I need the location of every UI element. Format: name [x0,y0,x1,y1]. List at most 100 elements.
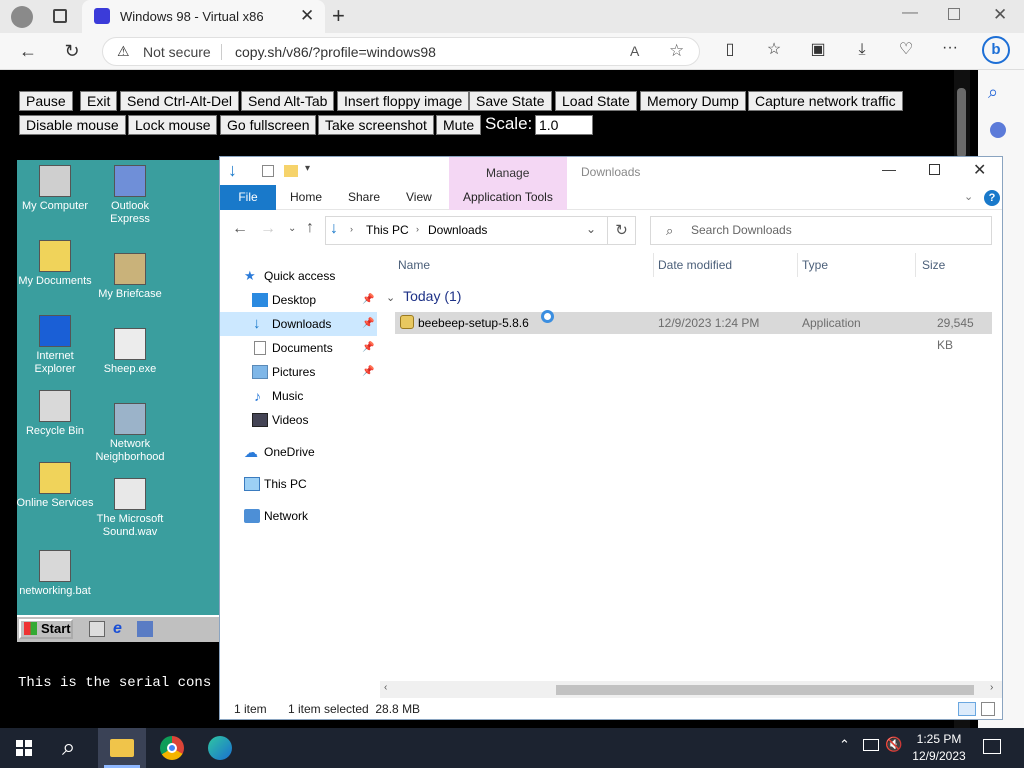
r1-insert-floppy-image-button[interactable]: Insert floppy image [337,91,470,111]
downloads-icon[interactable]: ⤓ [852,42,872,58]
r1-pause-button[interactable]: Pause [19,91,73,111]
volume-muted-icon[interactable]: 🔇 [885,736,902,753]
pin-icon[interactable]: 📌 [362,312,374,336]
minimize-icon[interactable]: — [902,4,918,22]
profile-avatar[interactable] [11,6,33,28]
new-folder-icon[interactable] [284,165,298,177]
nav-onedrive[interactable]: ☁ OneDrive [220,440,377,464]
r1-send-alt-tab-button[interactable]: Send Alt-Tab [241,91,335,111]
tab-actions-icon[interactable] [53,9,67,23]
win98-icon-my-computer[interactable]: My Computer [17,165,95,213]
recent-locations-icon[interactable]: ⌄ [288,223,296,234]
tab-file[interactable]: File [220,185,276,210]
win98-icon-recycle-bin[interactable]: Recycle Bin [17,390,95,438]
breadcrumb-this-pc[interactable]: This PC [366,223,409,237]
details-view-icon[interactable] [958,702,976,716]
refresh-button[interactable]: ↻ [608,216,636,245]
notifications-icon[interactable] [983,739,1001,754]
scale-input[interactable]: 1.0 [535,115,593,135]
tab-view[interactable]: View [406,185,432,210]
win98-icon-the-microsoft-sound-wav[interactable]: The Microsoft Sound.wav [90,478,170,539]
address-dropdown-icon[interactable]: ⌄ [586,222,596,236]
read-aloud-icon[interactable]: A [630,43,639,59]
edge-icon[interactable] [196,728,244,768]
windows-start-icon[interactable] [0,728,48,768]
r2-go-fullscreen-button[interactable]: Go fullscreen [220,115,317,135]
win98-icon-my-documents[interactable]: My Documents [17,240,95,288]
win98-icon-networking-bat[interactable]: networking.bat [17,550,95,598]
collections-icon[interactable]: ▣ [808,42,828,58]
collapse-icon[interactable]: ⌄ [386,292,395,304]
network-tray-icon[interactable] [863,739,879,751]
pin-icon[interactable]: 📌 [362,288,374,312]
address-bar[interactable]: ⚠ Not secure copy.sh/v86/?profile=window… [102,37,700,66]
column-type[interactable]: Type [800,253,916,277]
browser-tab[interactable]: Windows 98 - Virtual x86 ✕ [82,0,325,33]
quicklaunch-ie-icon[interactable]: e [113,620,122,638]
r1-save-state-button[interactable]: Save State [469,91,552,111]
sidebar-search-icon[interactable]: ⌕ [988,82,998,103]
horizontal-scrollbar[interactable]: ‹ › [380,681,1002,698]
column-name[interactable]: Name [396,253,654,277]
scroll-right-icon[interactable]: › [990,682,993,693]
win98-icon-sheep-exe[interactable]: Sheep.exe [90,328,170,376]
horizontal-scrollbar-thumb[interactable] [556,685,974,695]
chrome-icon[interactable] [148,728,196,768]
nav-pictures[interactable]: Pictures 📌 [220,360,377,384]
file-explorer-taskbar-icon[interactable] [98,728,146,768]
file-row[interactable]: beebeep-setup-5.8.6 12/9/2023 1:24 PM Ap… [395,310,992,352]
column-size[interactable]: Size [920,253,994,277]
window-close-icon[interactable]: ✕ [993,5,1007,25]
r2-mute-button[interactable]: Mute [436,115,482,135]
scroll-left-icon[interactable]: ‹ [384,682,387,693]
pin-icon[interactable]: 📌 [362,336,374,360]
win98-icon-online-services[interactable]: Online Services [17,462,95,510]
address-breadcrumb[interactable]: ↓ › This PC › Downloads ⌄ [325,216,608,245]
restore-icon[interactable] [948,8,960,20]
taskbar-search-icon[interactable]: ⌕ [48,728,96,768]
explorer-close-icon[interactable]: ✕ [973,160,986,180]
favorites-icon[interactable]: ☆ [764,42,784,58]
r2-lock-mouse-button[interactable]: Lock mouse [128,115,218,135]
refresh-icon[interactable]: ↻ [62,42,82,60]
search-downloads-input[interactable]: Search Downloads [650,216,992,245]
r1-load-state-button[interactable]: Load State [555,91,637,111]
ribbon-expand-icon[interactable]: ⌄ [964,190,973,203]
r1-send-ctrl-alt-del-button[interactable]: Send Ctrl-Alt-Del [120,91,240,111]
nav-videos[interactable]: Videos [220,408,377,432]
win98-icon-outlook-express[interactable]: Outlook Express [90,165,170,226]
column-date-modified[interactable]: Date modified [656,253,798,277]
nav-network[interactable]: Network [220,504,377,528]
nav-downloads[interactable]: ↓ Downloads 📌 [220,312,377,336]
win98-icon-my-briefcase[interactable]: My Briefcase [90,253,170,301]
page-scrollbar-thumb[interactable] [957,88,966,158]
nav-quick-access[interactable]: ★ Quick access [220,264,377,288]
properties-icon[interactable] [262,165,274,177]
favorite-star-icon[interactable]: ☆ [669,41,684,61]
split-screen-icon[interactable]: ▯ [720,42,740,58]
nav-this-pc[interactable]: This PC [220,472,377,496]
tab-home[interactable]: Home [290,185,322,210]
browser-essentials-icon[interactable]: ♡ [896,42,916,58]
system-clock[interactable]: 1:25 PM 12/9/2023 [906,731,972,765]
breadcrumb-downloads[interactable]: Downloads [428,223,487,237]
nav-forward-icon[interactable]: → [260,220,276,238]
r1-exit-button[interactable]: Exit [80,91,118,111]
win98-start-button[interactable]: Start [19,619,73,639]
file-name[interactable]: beebeep-setup-5.8.6 [418,312,529,334]
nav-back-icon[interactable]: ← [232,220,248,238]
new-tab-icon[interactable]: + [332,3,345,29]
win98-icon-network-neighborhood[interactable]: Network Neighborhood [90,403,170,464]
r1-capture-network-traffic-button[interactable]: Capture network traffic [748,91,903,111]
tab-share[interactable]: Share [348,185,380,210]
pin-icon[interactable]: 📌 [362,360,374,384]
quicklaunch-channels-icon[interactable] [137,621,153,637]
r2-take-screenshot-button[interactable]: Take screenshot [318,115,434,135]
qat-dropdown-icon[interactable]: ▾ [305,163,310,174]
more-menu-icon[interactable]: ··· [940,40,960,56]
nav-up-icon[interactable]: ↑ [306,219,314,237]
nav-documents[interactable]: Documents 📌 [220,336,377,360]
group-header[interactable]: ⌄ Today (1) [386,288,461,304]
tab-close-icon[interactable]: ✕ [300,6,314,26]
r2-disable-mouse-button[interactable]: Disable mouse [19,115,126,135]
